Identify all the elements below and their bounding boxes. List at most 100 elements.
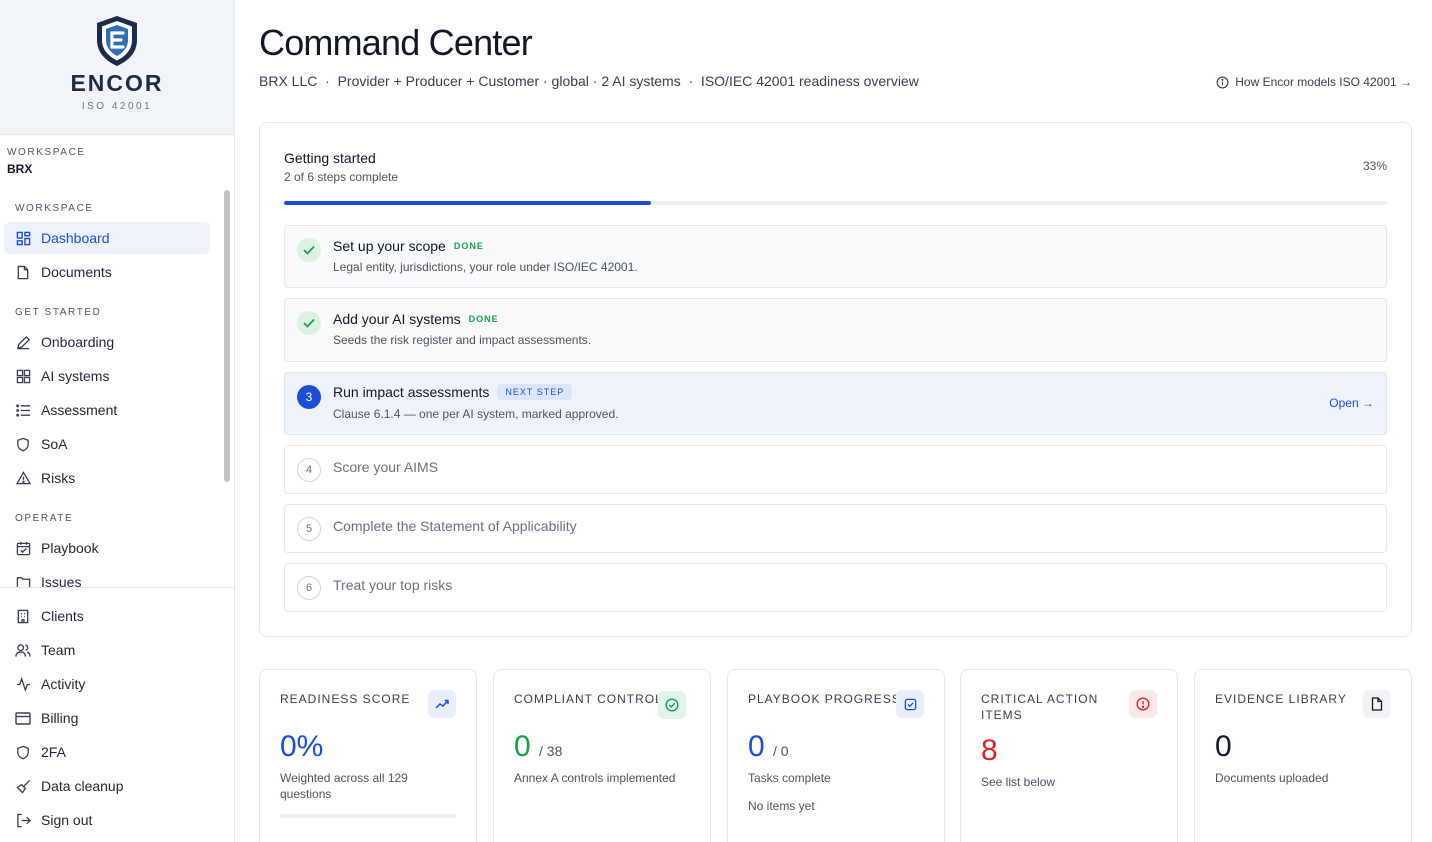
step-set-up-scope[interactable]: Set up your scope DONE Legal entity, jur… bbox=[284, 225, 1387, 288]
step-title: Add your AI systems DONE bbox=[333, 311, 499, 327]
credit-card-icon bbox=[15, 710, 31, 726]
sidebar-item-activity[interactable]: Activity bbox=[4, 668, 210, 700]
getting-started-percent: 33% bbox=[1362, 159, 1387, 173]
step-description: Clause 6.1.4 — one per AI system, marked… bbox=[333, 407, 619, 421]
brand-header: ENCOR ISO 42001 bbox=[0, 0, 234, 135]
nav-scroll-area[interactable]: WORKSPACE Dashboard Documents GET STARTE… bbox=[0, 186, 234, 587]
nav-scrollbar-thumb[interactable] bbox=[224, 190, 230, 482]
document-icon bbox=[1363, 690, 1391, 718]
step-score-aims[interactable]: 4 Score your AIMS bbox=[284, 445, 1387, 494]
stat-label: CRITICAL ACTION ITEMS bbox=[981, 692, 1099, 722]
sidebar-item-playbook[interactable]: Playbook bbox=[4, 532, 210, 564]
grid-icon bbox=[15, 368, 31, 384]
trending-up-icon bbox=[428, 690, 456, 718]
activity-icon bbox=[15, 676, 31, 692]
sidebar-item-issues[interactable]: Issues bbox=[4, 566, 210, 587]
sidebar-item-risks[interactable]: Risks bbox=[4, 462, 210, 494]
getting-started-progress-bar bbox=[284, 201, 1387, 205]
sidebar-item-documents[interactable]: Documents bbox=[4, 256, 210, 288]
stat-label: READINESS SCORE bbox=[280, 692, 411, 706]
step-complete-soa[interactable]: 5 Complete the Statement of Applicabilit… bbox=[284, 504, 1387, 553]
main-content: Command Center BRX LLC · Provider + Prod… bbox=[235, 0, 1432, 842]
info-icon bbox=[1216, 76, 1229, 88]
sidebar-item-label: Playbook bbox=[41, 540, 99, 556]
step-done-tag: DONE bbox=[453, 241, 484, 251]
stat-value-total: / 38 bbox=[539, 743, 563, 759]
sidebar-item-data-cleanup[interactable]: Data cleanup bbox=[4, 770, 210, 802]
step-title-text: Add your AI systems bbox=[333, 311, 461, 327]
check-circle-icon bbox=[658, 691, 686, 719]
shield-logo-icon bbox=[97, 16, 137, 66]
stat-label: PLAYBOOK PROGRESS bbox=[748, 692, 901, 706]
pen-icon bbox=[15, 334, 31, 350]
step-run-impact-assessments[interactable]: 3 Run impact assessments NEXT STEP Claus… bbox=[284, 372, 1387, 435]
stat-value-number: 0 bbox=[748, 730, 765, 763]
help-link[interactable]: How Encor models ISO 42001 → bbox=[1216, 75, 1412, 89]
sidebar-item-team[interactable]: Team bbox=[4, 634, 210, 666]
stat-value-total: / 0 bbox=[773, 743, 789, 759]
list-icon bbox=[15, 402, 31, 418]
stat-description: Annex A controls implemented bbox=[514, 771, 676, 785]
sidebar-item-billing[interactable]: Billing bbox=[4, 702, 210, 734]
step-number-badge: 6 bbox=[297, 576, 321, 600]
getting-started-title: Getting started bbox=[284, 150, 376, 166]
sidebar-item-assessment[interactable]: Assessment bbox=[4, 394, 210, 426]
stat-value: 0 bbox=[1215, 730, 1232, 763]
checkbox-icon bbox=[896, 690, 924, 718]
sidebar: ENCOR ISO 42001 WORKSPACE BRX WORKSPACE … bbox=[0, 0, 235, 842]
sidebar-item-label: Data cleanup bbox=[41, 778, 124, 794]
step-add-ai-systems[interactable]: Add your AI systems DONE Seeds the risk … bbox=[284, 298, 1387, 362]
log-out-icon bbox=[15, 812, 31, 828]
sidebar-item-label: Documents bbox=[41, 264, 112, 280]
stat-description: See list below bbox=[981, 775, 1056, 789]
stat-value: 0 / 0 bbox=[748, 730, 789, 764]
nav-section-get-started: GET STARTED bbox=[15, 307, 102, 318]
brand-subtitle: ISO 42001 bbox=[81, 101, 153, 112]
stat-card-playbook-progress[interactable]: PLAYBOOK PROGRESS 0 / 0 Tasks complete N… bbox=[727, 669, 945, 842]
help-link-label: How Encor models ISO 42001 → bbox=[1235, 75, 1412, 89]
broom-icon bbox=[15, 778, 31, 794]
users-icon bbox=[15, 642, 31, 658]
stat-description: Weighted across all 129 questions bbox=[280, 771, 408, 801]
open-step-link[interactable]: Open → bbox=[1329, 396, 1374, 410]
stat-note: No items yet bbox=[748, 799, 815, 813]
alert-circle-icon bbox=[1129, 690, 1157, 718]
page-title: Command Center bbox=[259, 22, 533, 63]
sidebar-item-ai-systems[interactable]: AI systems bbox=[4, 360, 210, 392]
building-icon bbox=[15, 608, 31, 624]
brand-name: ENCOR bbox=[70, 70, 164, 96]
workspace-caption: WORKSPACE bbox=[7, 147, 86, 158]
stat-card-critical-actions[interactable]: CRITICAL ACTION ITEMS 8 See list below bbox=[960, 669, 1178, 842]
step-title-text: Set up your scope bbox=[333, 238, 446, 254]
step-treat-risks[interactable]: 6 Treat your top risks bbox=[284, 563, 1387, 612]
page-subtitle: BRX LLC · Provider + Producer + Customer… bbox=[259, 73, 919, 89]
sidebar-item-label: Issues bbox=[41, 574, 82, 587]
sidebar-item-sign-out[interactable]: Sign out bbox=[4, 804, 210, 836]
sidebar-item-label: Dashboard bbox=[41, 230, 110, 246]
sidebar-item-clients[interactable]: Clients bbox=[4, 600, 210, 632]
stat-value-number: 0 bbox=[514, 730, 531, 763]
getting-started-card: Getting started 2 of 6 steps complete 33… bbox=[259, 122, 1412, 637]
stat-value: 8 bbox=[981, 734, 998, 767]
sidebar-item-soa[interactable]: SoA bbox=[4, 428, 210, 460]
check-icon bbox=[297, 238, 321, 262]
sidebar-item-dashboard[interactable]: Dashboard bbox=[4, 222, 210, 254]
stat-card-compliant-controls[interactable]: COMPLIANT CONTROLS 0 / 38 Annex A contro… bbox=[493, 669, 711, 842]
folder-icon bbox=[15, 574, 31, 587]
stat-label: COMPLIANT CONTROLS bbox=[514, 692, 672, 706]
stat-card-readiness[interactable]: READINESS SCORE 0% Weighted across all 1… bbox=[259, 669, 477, 842]
workspace-switcher[interactable]: WORKSPACE BRX bbox=[0, 135, 234, 185]
stat-description: Tasks complete bbox=[748, 771, 831, 785]
step-description: Legal entity, jurisdictions, your role u… bbox=[333, 260, 638, 274]
sidebar-item-onboarding[interactable]: Onboarding bbox=[4, 326, 210, 358]
stat-card-evidence-library[interactable]: EVIDENCE LIBRARY 0 Documents uploaded bbox=[1194, 669, 1412, 842]
sidebar-item-2fa[interactable]: 2FA bbox=[4, 736, 210, 768]
sidebar-item-label: Clients bbox=[41, 608, 84, 624]
sidebar-item-label: Onboarding bbox=[41, 334, 115, 350]
sidebar-item-label: Activity bbox=[41, 676, 86, 692]
sidebar-item-label: AI systems bbox=[41, 368, 110, 384]
step-number-badge: 5 bbox=[297, 517, 321, 541]
stat-value: 0 / 38 bbox=[514, 730, 562, 764]
getting-started-subtitle: 2 of 6 steps complete bbox=[284, 170, 399, 184]
check-icon bbox=[297, 311, 321, 335]
